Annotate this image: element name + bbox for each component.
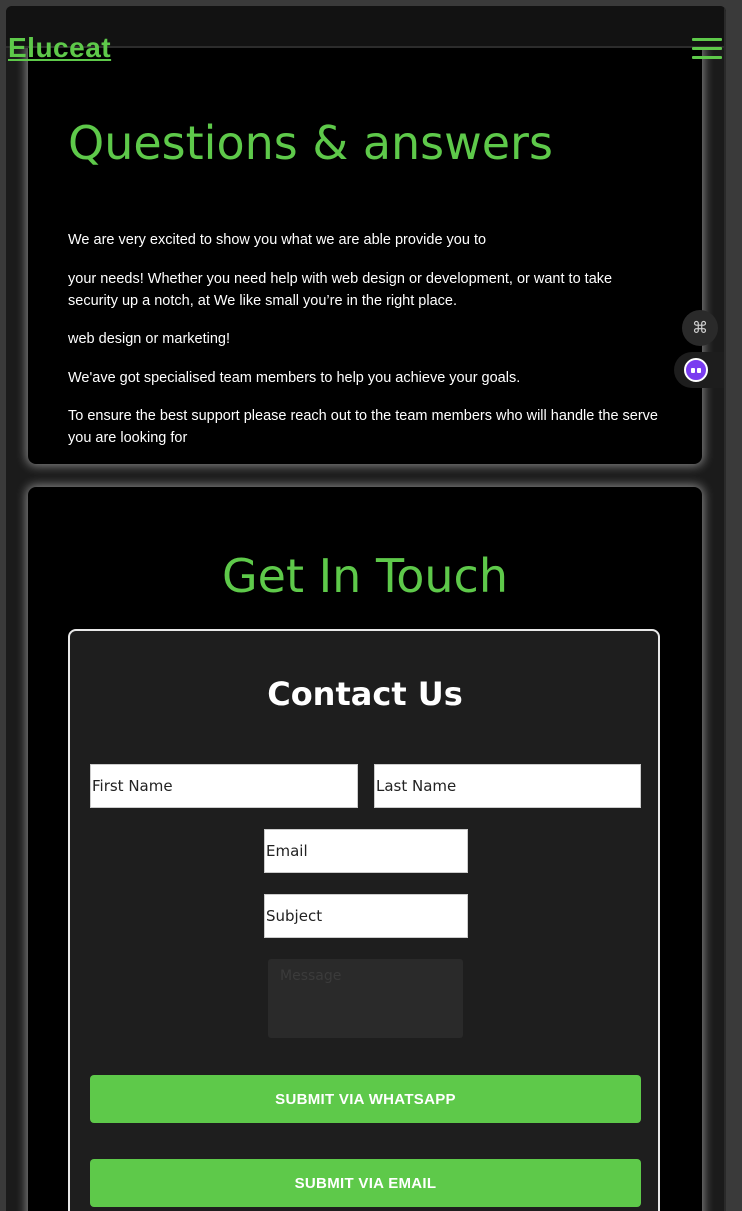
submit-email-button[interactable]: SUBMIT VIA EMAIL [90,1159,641,1207]
get-in-touch-title: Get In Touch [222,549,508,603]
message-textarea[interactable]: Message [268,959,463,1038]
menu-bar [692,56,722,59]
qa-paragraph: To ensure the best support please reach … [68,408,658,446]
contact-form-title: Contact Us [267,675,463,713]
submit-whatsapp-button[interactable]: SUBMIT VIA WHATSAPP [90,1075,641,1123]
menu-bar [692,47,722,50]
qa-title: Questions & answers [68,116,553,170]
browser-viewport: Questions & answers We are very excited … [6,6,726,1211]
subject-input[interactable]: Subject [264,894,468,938]
qa-section: Questions & answers We are very excited … [28,46,702,464]
hamburger-menu-icon[interactable] [692,38,722,62]
contact-form: Contact Us First Name Last Name Email Su… [68,629,660,1211]
qa-paragraph: web design or marketing! [68,331,230,347]
email-input[interactable]: Email [264,829,468,873]
site-logo[interactable]: Eluceat [8,32,111,64]
assistant-bot-icon [684,358,708,382]
vertical-scrollbar[interactable] [724,6,726,1211]
menu-bar [692,38,722,41]
assistant-widget[interactable] [674,352,726,388]
contact-section: Get In Touch Contact Us First Name Last … [28,487,702,1211]
command-icon[interactable]: ⌘ [682,310,718,346]
qa-paragraph: We'ave got specialised team members to h… [68,370,521,386]
qa-paragraph: your needs! Whether you need help with w… [68,271,613,309]
qa-paragraph: We are very excited to show you what we … [68,232,487,248]
last-name-input[interactable]: Last Name [374,764,641,808]
top-navbar [6,6,726,48]
first-name-input[interactable]: First Name [90,764,358,808]
